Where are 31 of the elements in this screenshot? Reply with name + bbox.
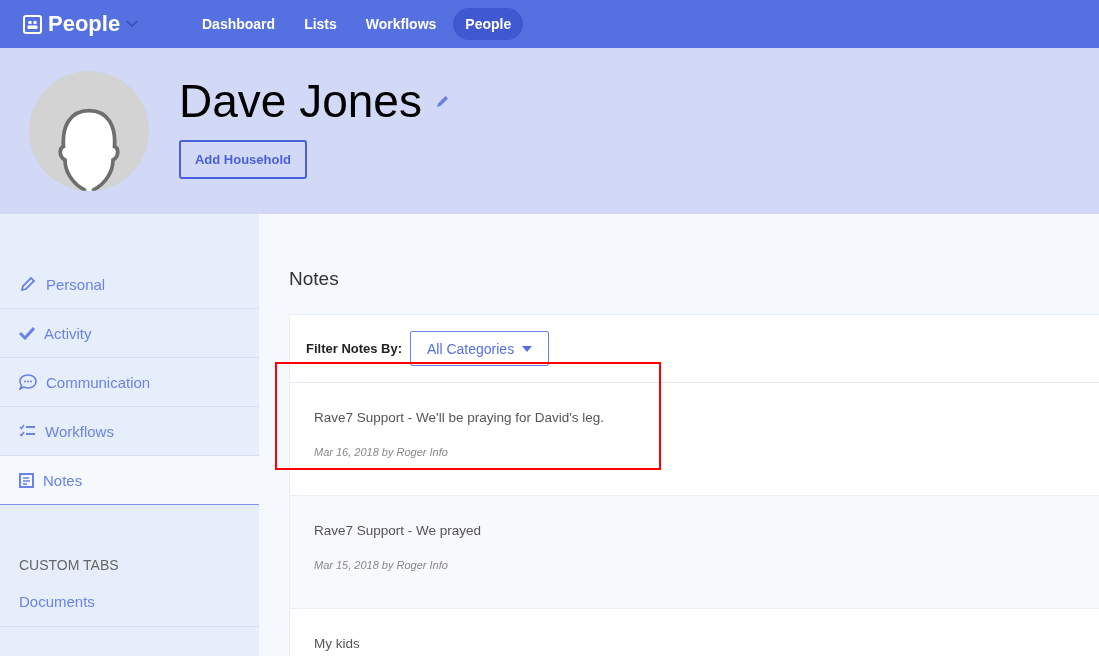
- pencil-icon: [19, 275, 37, 293]
- note-text: Rave7 Support - We prayed: [314, 523, 483, 538]
- note-icon: [19, 472, 34, 488]
- section-title: Notes: [289, 268, 340, 290]
- sidebar-item[interactable]: Notes: [0, 456, 259, 505]
- app-logo-icon: [23, 14, 42, 34]
- sidebar-item-label: Workflows: [45, 422, 114, 440]
- checklist-icon: [19, 424, 36, 438]
- note-meta: Mar 15, 2018 by Roger Info: [314, 559, 449, 571]
- nav-tab[interactable]: People: [453, 8, 524, 40]
- check-icon: [19, 326, 35, 340]
- section-heading: CUSTOM TABS: [18, 556, 120, 575]
- add-household-button[interactable]: Add Household: [179, 139, 307, 179]
- nav-tab[interactable]: Lists: [292, 8, 349, 40]
- sidebar-item-label: Communication: [46, 373, 151, 391]
- sidebar-item-label: Notes: [43, 471, 83, 489]
- nav-tab[interactable]: Dashboard: [190, 8, 288, 40]
- caret-icon: [522, 345, 533, 352]
- app-title: People: [48, 11, 121, 37]
- chevron-down-icon[interactable]: [126, 20, 139, 28]
- note-text: My kids: [314, 636, 361, 651]
- sidebar-item-label: Activity: [44, 324, 92, 342]
- pencil-icon[interactable]: [435, 93, 450, 108]
- category-dropdown[interactable]: All Categories: [410, 331, 550, 366]
- chat-icon: [19, 373, 37, 391]
- note-meta: Mar 16, 2018 by Roger Info: [314, 446, 449, 458]
- person-name: Dave Jones: [179, 73, 422, 128]
- sidebar-item-label: Personal: [46, 275, 106, 293]
- note-text: Rave7 Support - We'll be praying for David's leg.: [314, 410, 606, 425]
- filter-label: Filter Notes By:: [306, 341, 403, 356]
- nav-tab[interactable]: Workflows: [353, 8, 449, 40]
